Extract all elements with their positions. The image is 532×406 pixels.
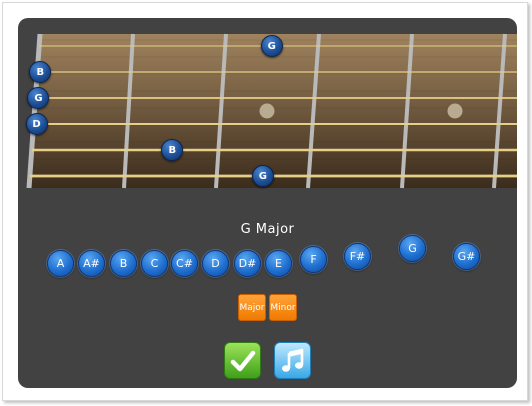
fretboard-note: G [260, 35, 283, 57]
note-button[interactable]: D [202, 250, 229, 277]
fretboard-note: G [251, 165, 274, 187]
note-button[interactable]: A# [78, 250, 105, 277]
note-button[interactable]: D# [234, 250, 261, 277]
note-button[interactable]: C [141, 250, 168, 277]
music-note-icon [281, 348, 303, 372]
minor-button[interactable]: Minor [269, 294, 297, 321]
checkmark-icon [230, 350, 255, 371]
play-chord-button[interactable] [274, 342, 311, 379]
note-button[interactable]: E [265, 250, 292, 277]
app-panel: GBGDBG G Major A A# B C C# D D# E F F# G G# Major M… [18, 18, 517, 388]
note-button[interactable]: A [47, 250, 74, 277]
note-button[interactable]: B [110, 250, 137, 277]
window-frame: GBGDBG G Major A A# B C C# D D# E F F# G G# Major M… [2, 2, 528, 401]
note-button[interactable]: G# [453, 243, 480, 270]
check-answer-button[interactable] [224, 342, 261, 379]
major-button[interactable]: Major [238, 294, 266, 321]
note-button[interactable]: F [300, 246, 327, 273]
fret-marker [259, 103, 275, 119]
note-button[interactable]: C# [171, 250, 198, 277]
fretboard-note: D [25, 113, 48, 135]
fret-marker [447, 103, 463, 119]
chord-name-label: G Major [240, 222, 295, 237]
note-button[interactable]: F# [344, 243, 371, 270]
note-button[interactable]: G [399, 235, 426, 262]
